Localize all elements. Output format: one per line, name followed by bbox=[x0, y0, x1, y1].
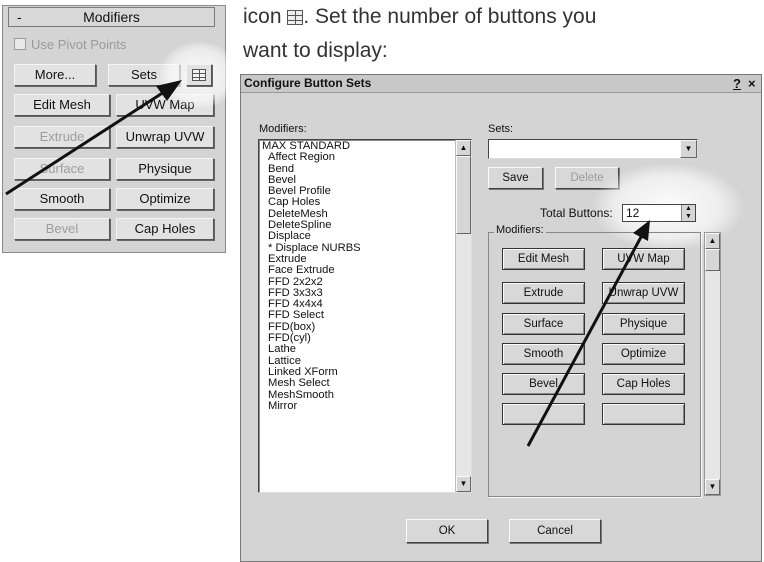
rollout-unwrap-uvw-button[interactable]: Unwrap UVW bbox=[116, 126, 214, 148]
sets-dropdown[interactable]: ▼ bbox=[488, 139, 698, 159]
ok-button[interactable]: OK bbox=[406, 519, 488, 543]
help-button[interactable]: ? bbox=[733, 76, 741, 91]
modifiers-list-label: Modifiers: bbox=[259, 123, 307, 135]
rollout-surface-button[interactable]: Surface bbox=[14, 158, 110, 180]
instruction-line2: want to display: bbox=[243, 39, 388, 62]
set-edit-mesh-button[interactable]: Edit Mesh bbox=[502, 248, 585, 270]
set-optimize-button[interactable]: Optimize bbox=[602, 343, 685, 365]
button-sets-scrollbar[interactable]: ▲ ▼ bbox=[704, 232, 721, 496]
modifiers-group-label: Modifiers: bbox=[494, 224, 546, 236]
rollout-edit-mesh-button[interactable]: Edit Mesh bbox=[14, 94, 110, 116]
modifier-list-item[interactable]: Lathe bbox=[262, 344, 471, 356]
sets-value bbox=[489, 144, 492, 156]
total-buttons-spinner[interactable]: 12 ▲ ▼ bbox=[622, 204, 696, 222]
modifier-list-item[interactable]: Face Extrude bbox=[262, 264, 471, 276]
modifier-list-item[interactable]: Displace bbox=[262, 231, 471, 243]
scroll-thumb[interactable] bbox=[456, 156, 471, 234]
rollout-smooth-button[interactable]: Smooth bbox=[14, 188, 110, 210]
modifiers-list-scrollbar[interactable]: ▲ ▼ bbox=[455, 140, 471, 492]
cancel-button[interactable]: Cancel bbox=[509, 519, 601, 543]
modifier-list-item[interactable]: Affect Region bbox=[262, 151, 471, 163]
rollout-physique-button[interactable]: Physique bbox=[116, 158, 214, 180]
rollout-title: Modifiers bbox=[83, 9, 140, 25]
set-uvw-map-button[interactable]: UVW Map bbox=[602, 248, 685, 270]
scroll-up-arrow[interactable]: ▲ bbox=[705, 233, 720, 249]
close-button[interactable]: × bbox=[748, 76, 756, 91]
configure-button-sets-button[interactable] bbox=[186, 64, 212, 86]
chevron-down-icon[interactable]: ▼ bbox=[680, 140, 697, 158]
scroll-thumb[interactable] bbox=[705, 249, 720, 271]
total-buttons-label: Total Buttons: bbox=[540, 206, 613, 220]
use-pivot-points-label: Use Pivot Points bbox=[31, 37, 127, 52]
instruction-part1: icon bbox=[243, 5, 282, 28]
set-unwrap-uvw-button[interactable]: Unwrap UVW bbox=[602, 282, 685, 304]
rollout-cap-holes-button[interactable]: Cap Holes bbox=[116, 218, 214, 240]
checkbox-box[interactable] bbox=[14, 38, 26, 50]
set-physique-button[interactable]: Physique bbox=[602, 313, 685, 335]
dialog-titlebar: Configure Button Sets ? × bbox=[241, 75, 761, 93]
set-bevel-button[interactable]: Bevel bbox=[502, 373, 585, 395]
modifier-list-item[interactable]: Mesh Select bbox=[262, 377, 471, 389]
set-cap-holes-button[interactable]: Cap Holes bbox=[602, 373, 685, 395]
scroll-down-arrow[interactable]: ▼ bbox=[705, 479, 720, 495]
instruction-part2: . Set the number of buttons you bbox=[303, 5, 597, 28]
configure-sets-icon bbox=[192, 69, 206, 81]
rollout-bevel-button[interactable]: Bevel bbox=[14, 218, 110, 240]
dialog-title: Configure Button Sets bbox=[244, 76, 372, 90]
rollout-header[interactable]: - Modifiers bbox=[8, 7, 215, 27]
set-extrude-button[interactable]: Extrude bbox=[502, 282, 585, 304]
configure-sets-icon bbox=[287, 10, 304, 25]
set-empty-button-11[interactable] bbox=[502, 403, 585, 425]
set-smooth-button[interactable]: Smooth bbox=[502, 343, 585, 365]
configure-button-sets-dialog: Configure Button Sets ? × Modifiers: MAX… bbox=[240, 74, 762, 562]
scroll-down-arrow[interactable]: ▼ bbox=[456, 476, 471, 492]
set-empty-button-12[interactable] bbox=[602, 403, 685, 425]
set-surface-button[interactable]: Surface bbox=[502, 313, 585, 335]
rollout-extrude-button[interactable]: Extrude bbox=[14, 126, 110, 148]
rollout-optimize-button[interactable]: Optimize bbox=[116, 188, 214, 210]
sets-label: Sets: bbox=[488, 123, 514, 135]
more-button[interactable]: More... bbox=[14, 64, 96, 86]
spinner-arrows-icon[interactable]: ▲ ▼ bbox=[681, 205, 695, 221]
instruction-text: icon . Set the number of buttons you wan… bbox=[243, 0, 763, 68]
save-button[interactable]: Save bbox=[488, 167, 543, 189]
total-buttons-value: 12 bbox=[626, 206, 640, 220]
modifier-list-item[interactable]: Mirror bbox=[262, 400, 471, 412]
modifiers-listbox[interactable]: MAX STANDARD Affect Region Bend Bevel Bevel … bbox=[258, 139, 472, 493]
scroll-up-arrow[interactable]: ▲ bbox=[456, 140, 471, 156]
use-pivot-points-checkbox[interactable]: Use Pivot Points bbox=[14, 37, 126, 52]
